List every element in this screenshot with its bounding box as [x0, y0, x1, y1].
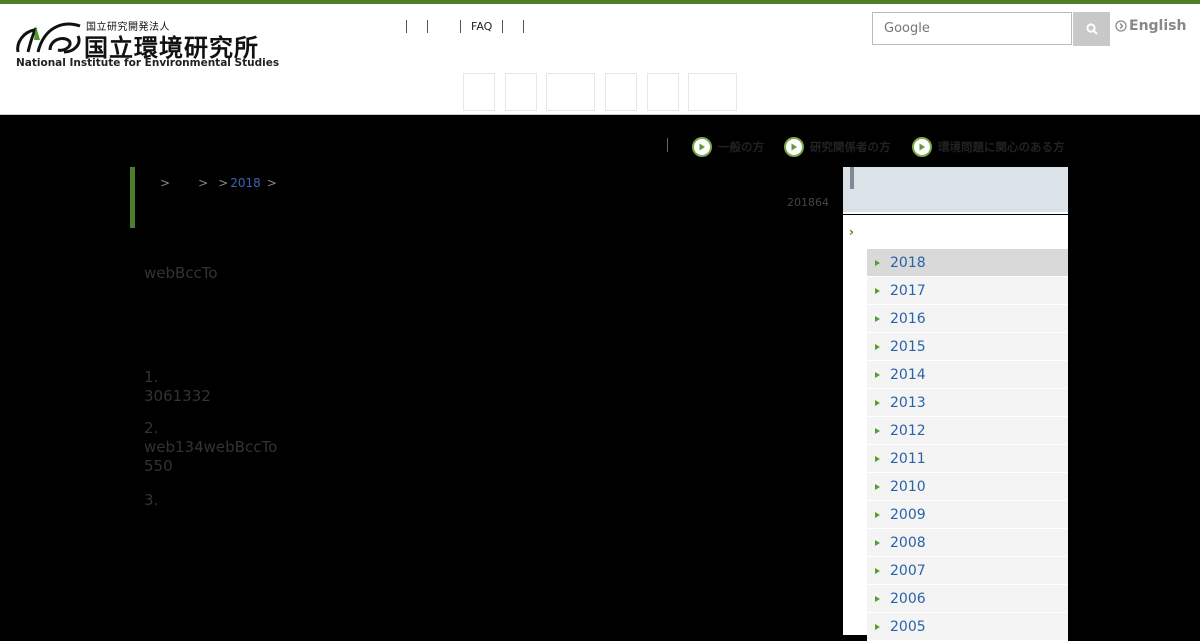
- triangle-right-icon: [875, 623, 880, 630]
- sidebar-year-nav: › 2018 2017 2016 2015 2014 2013 2012 2011 2010 20…: [843, 215, 1068, 641]
- sidebar-item-year[interactable]: 2017: [867, 277, 1068, 305]
- sidebar-item-label: 2015: [890, 338, 926, 355]
- play-circle-icon: [784, 137, 804, 157]
- sidebar-item-year[interactable]: 2013: [867, 389, 1068, 417]
- sidebar-item-year[interactable]: 2014: [867, 361, 1068, 389]
- play-circle-icon: [912, 137, 932, 157]
- sidebar-item-label: 2011: [890, 450, 926, 467]
- sidebar-item-label: 2006: [890, 590, 926, 607]
- site-logo[interactable]: 国立研究開発法人 国立環境研究所 National Institute for …: [14, 18, 279, 74]
- util-separator: [502, 19, 504, 33]
- sidebar-item-label: 2007: [890, 562, 926, 579]
- page-title-accent: [130, 167, 135, 228]
- list-text: 3061332: [144, 387, 211, 405]
- sidebar-item-label: 2010: [890, 478, 926, 495]
- sidebar-item-year[interactable]: 2011: [867, 445, 1068, 473]
- sidebar-item-label: 2014: [890, 366, 926, 383]
- triangle-right-icon: [875, 595, 880, 602]
- sidebar-header-marker: [850, 167, 854, 189]
- global-nav-item-5[interactable]: [647, 73, 679, 111]
- intro-text: webBccTo: [144, 264, 218, 282]
- sidebar-item-year[interactable]: 2016: [867, 305, 1068, 333]
- triangle-right-icon: [875, 567, 880, 574]
- breadcrumb-separator: >: [160, 176, 171, 190]
- chevron-right-icon[interactable]: ›: [849, 225, 854, 239]
- nies-logo-mark: [16, 22, 81, 54]
- util-separator: [406, 19, 407, 33]
- audience-link-researchers[interactable]: 研究関係者の方: [784, 137, 891, 157]
- triangle-right-icon: [875, 371, 880, 378]
- publish-date: 201864: [787, 196, 829, 209]
- list-text: 550: [144, 457, 173, 475]
- sidebar-header: [843, 167, 1068, 214]
- list-number: 2.: [144, 419, 159, 437]
- audience-link-general[interactable]: 一般の方: [692, 137, 764, 157]
- triangle-right-icon: [875, 511, 880, 518]
- global-nav-item-2[interactable]: [505, 73, 537, 111]
- sidebar-item-label: 2017: [890, 282, 926, 299]
- play-circle-icon: [692, 137, 712, 157]
- sidebar-item-label: 2008: [890, 534, 926, 551]
- audience-separator: [667, 138, 668, 152]
- audience-link-environment[interactable]: 環境問題に関心のある方: [912, 137, 1065, 157]
- global-nav-item-3[interactable]: [546, 73, 595, 111]
- util-separator: [523, 19, 525, 33]
- sidebar-item-label: 2013: [890, 394, 926, 411]
- breadcrumb-link-2018[interactable]: 2018: [230, 176, 261, 190]
- list-number: 1.: [144, 368, 159, 386]
- triangle-right-icon: [875, 343, 880, 350]
- list-item-3: 3.: [144, 491, 158, 510]
- util-link-faq[interactable]: FAQ: [461, 20, 502, 33]
- sidebar-item-label: 2018: [890, 254, 926, 271]
- triangle-right-icon: [875, 539, 880, 546]
- triangle-right-icon: [875, 259, 880, 266]
- breadcrumb-separator: >: [266, 176, 277, 190]
- sidebar-item-year[interactable]: 2005: [867, 613, 1068, 641]
- sidebar-item-label: 2012: [890, 422, 926, 439]
- global-nav-item-6[interactable]: [688, 73, 737, 111]
- search-input[interactable]: [872, 12, 1072, 45]
- sidebar-item-year[interactable]: 2007: [867, 557, 1068, 585]
- triangle-right-icon: [875, 483, 880, 490]
- circle-arrow-icon: [1115, 20, 1127, 32]
- search-icon: [1085, 23, 1098, 35]
- triangle-right-icon: [875, 287, 880, 294]
- triangle-right-icon: [875, 455, 880, 462]
- sidebar-item-year[interactable]: 2018: [867, 249, 1068, 277]
- breadcrumb: > > > 2018 >: [160, 176, 277, 190]
- logo-english-name: National Institute for Environmental Stu…: [16, 57, 280, 69]
- global-nav-item-4[interactable]: [605, 73, 637, 111]
- list-item-1: 1. 3061332: [144, 368, 211, 406]
- audience-label: 環境問題に関心のある方: [938, 140, 1065, 154]
- list-number: 3.: [144, 491, 159, 509]
- audience-label: 一般の方: [718, 140, 764, 154]
- triangle-right-icon: [875, 315, 880, 322]
- list-text: web134webBccTo: [144, 438, 278, 456]
- global-nav-item-1[interactable]: [463, 73, 495, 111]
- year-list: 2018 2017 2016 2015 2014 2013 2012 2011 2010 2009…: [867, 249, 1068, 641]
- language-label: English: [1129, 18, 1187, 34]
- utility-nav: FAQ: [406, 18, 525, 34]
- util-separator: [427, 19, 428, 33]
- audience-label: 研究関係者の方: [810, 140, 891, 154]
- list-item-2: 2. web134webBccTo 550: [144, 419, 277, 476]
- sidebar-item-year[interactable]: 2008: [867, 529, 1068, 557]
- sidebar-item-year[interactable]: 2010: [867, 473, 1068, 501]
- sidebar-item-label: 2016: [890, 310, 926, 327]
- site-header: 国立研究開発法人 国立環境研究所 National Institute for …: [0, 4, 1200, 115]
- breadcrumb-separator: >: [198, 176, 209, 190]
- sidebar-item-year[interactable]: 2015: [867, 333, 1068, 361]
- search-button[interactable]: [1073, 12, 1110, 46]
- sidebar-item-year[interactable]: 2006: [867, 585, 1068, 613]
- sidebar-item-label: 2009: [890, 506, 926, 523]
- sidebar-item-year[interactable]: 2012: [867, 417, 1068, 445]
- sidebar-item-year[interactable]: 2009: [867, 501, 1068, 529]
- breadcrumb-separator: >: [218, 176, 229, 190]
- triangle-right-icon: [875, 399, 880, 406]
- sidebar-item-label: 2005: [890, 618, 926, 635]
- language-switch-link[interactable]: English: [1115, 18, 1186, 34]
- triangle-right-icon: [875, 427, 880, 434]
